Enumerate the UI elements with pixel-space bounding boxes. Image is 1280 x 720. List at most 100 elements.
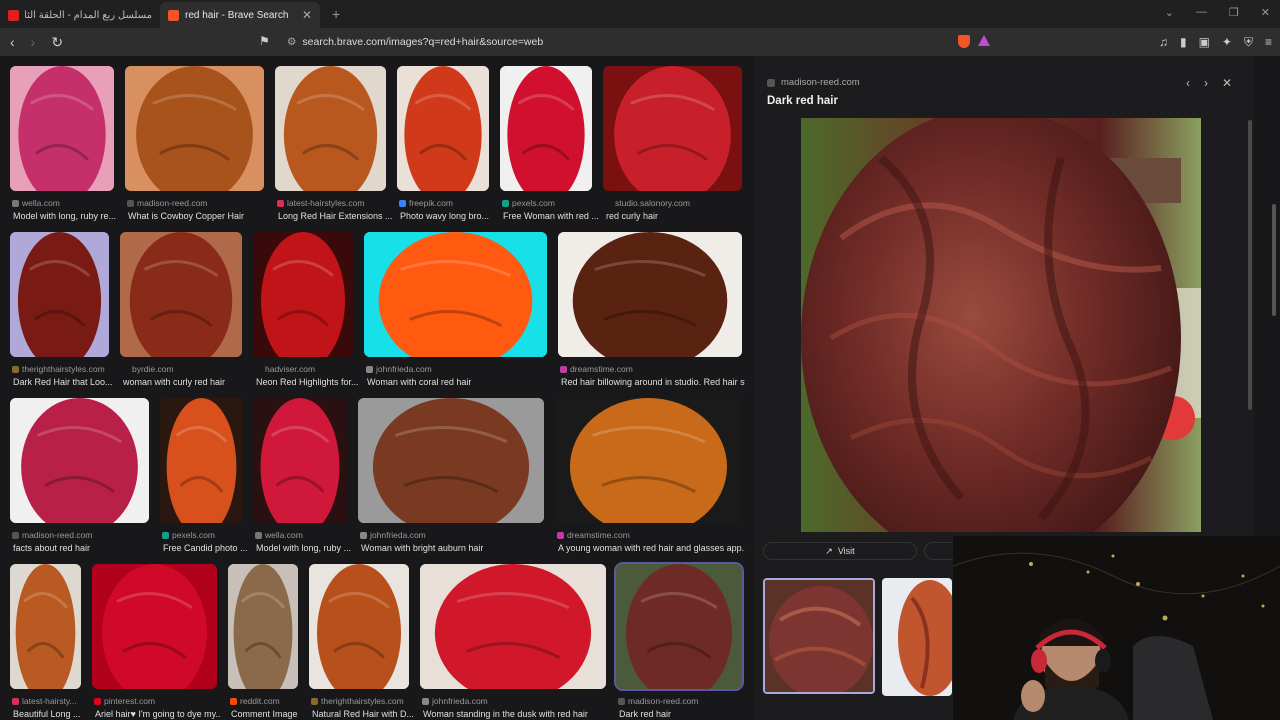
- tab-red-hair-search[interactable]: red hair - Brave Search ✕: [160, 2, 320, 28]
- result-caption[interactable]: What is Cowboy Copper Hair: [128, 211, 244, 221]
- result-thumbnail[interactable]: [309, 564, 409, 689]
- related-thumb-selected[interactable]: [763, 578, 875, 694]
- result-caption[interactable]: Long Red Hair Extensions ...: [278, 211, 393, 221]
- result-source[interactable]: johnfrieda.com: [422, 696, 488, 706]
- result-caption[interactable]: Comment Image: [231, 709, 298, 719]
- close-icon[interactable]: ✕: [1222, 76, 1232, 90]
- result-source[interactable]: madison-reed.com: [127, 198, 207, 208]
- maximize-button[interactable]: ❐: [1229, 6, 1239, 19]
- close-tab-icon[interactable]: ✕: [302, 8, 312, 22]
- scrollbar-thumb[interactable]: [1272, 204, 1276, 316]
- brave-rewards-icon[interactable]: [978, 35, 990, 46]
- result-caption[interactable]: Model with long, ruby re...: [13, 211, 116, 221]
- result-source[interactable]: studio.salonory.com: [605, 198, 690, 208]
- result-thumbnail[interactable]: [10, 564, 81, 689]
- preview-image[interactable]: [801, 118, 1201, 532]
- address-field[interactable]: ⚙ search.brave.com/images?q=red+hair&sour…: [287, 36, 543, 48]
- result-thumbnail[interactable]: [253, 232, 353, 357]
- result-thumbnail[interactable]: [10, 232, 109, 357]
- result-thumbnail[interactable]: [358, 398, 544, 523]
- result-caption[interactable]: Dark Red Hair that Loo...: [13, 377, 113, 387]
- result-source[interactable]: latest-hairstyles.com: [277, 198, 364, 208]
- tab-search-icon[interactable]: ⌄: [1165, 6, 1174, 19]
- result-thumbnail[interactable]: [364, 232, 547, 357]
- result-thumbnail[interactable]: [125, 66, 264, 191]
- reload-icon[interactable]: ↻: [51, 34, 63, 51]
- result-caption[interactable]: Free Woman with red ...: [503, 211, 599, 221]
- result-caption[interactable]: Ariel hair♥ I'm going to dye my...: [95, 709, 220, 719]
- result-source[interactable]: pinterest.com: [94, 696, 155, 706]
- result-source[interactable]: johnfrieda.com: [366, 364, 432, 374]
- result-source[interactable]: freepik.com: [399, 198, 453, 208]
- previous-icon[interactable]: ‹: [1186, 76, 1190, 90]
- wallet-icon[interactable]: ▣: [1199, 35, 1210, 50]
- result-caption[interactable]: Model with long, ruby ...: [256, 543, 351, 553]
- result-thumbnail[interactable]: [228, 564, 298, 689]
- related-thumb[interactable]: [882, 578, 952, 696]
- sidebar-icon[interactable]: ▮: [1180, 35, 1187, 50]
- result-source[interactable]: pexels.com: [162, 530, 215, 540]
- result-caption[interactable]: Dark red hair: [619, 709, 671, 719]
- result-source[interactable]: wella.com: [12, 198, 60, 208]
- result-source[interactable]: madison-reed.com: [618, 696, 698, 706]
- result-source[interactable]: therighthairstyles.com: [311, 696, 404, 706]
- result-source[interactable]: johnfrieda.com: [360, 530, 426, 540]
- result-caption[interactable]: Woman with bright auburn hair: [361, 543, 483, 553]
- result-thumbnail[interactable]: [10, 66, 114, 191]
- vpn-icon[interactable]: ⛨: [1244, 35, 1253, 50]
- leo-icon[interactable]: ✦: [1222, 35, 1232, 50]
- result-source[interactable]: wella.com: [255, 530, 303, 540]
- result-caption[interactable]: red curly hair: [606, 211, 658, 221]
- bookmark-icon[interactable]: ⚑: [259, 34, 270, 48]
- result-source[interactable]: hadviser.com: [255, 364, 315, 374]
- result-thumbnail[interactable]: [275, 66, 386, 191]
- result-caption[interactable]: Red hair billowing around in studio. Red…: [561, 377, 745, 387]
- result-caption[interactable]: Natural Red Hair with D...: [312, 709, 414, 719]
- result-caption[interactable]: Beautiful Long ...: [13, 709, 81, 719]
- result-caption[interactable]: Neon Red Highlights for...: [256, 377, 359, 387]
- result-thumbnail[interactable]: [603, 66, 742, 191]
- result-thumbnail[interactable]: [160, 398, 243, 523]
- music-icon[interactable]: ♫: [1159, 35, 1168, 50]
- forward-icon[interactable]: ›: [31, 34, 36, 51]
- result-source[interactable]: latest-hairsty...: [12, 696, 77, 706]
- result-thumbnail[interactable]: [558, 232, 742, 357]
- result-source[interactable]: madison-reed.com: [12, 530, 92, 540]
- result-thumbnail[interactable]: [92, 564, 217, 689]
- result-thumbnail[interactable]: [253, 398, 347, 523]
- result-thumbnail[interactable]: [500, 66, 592, 191]
- result-caption[interactable]: A young woman with red hair and glasses …: [558, 543, 745, 553]
- result-caption[interactable]: Free Candid photo ...: [163, 543, 248, 553]
- result-caption[interactable]: Woman standing in the dusk with red hair: [423, 709, 588, 719]
- new-tab-button[interactable]: +: [332, 6, 340, 22]
- result-thumbnail[interactable]: [420, 564, 606, 689]
- close-window-button[interactable]: ✕: [1261, 6, 1270, 19]
- result-source-text: johnfrieda.com: [370, 530, 426, 540]
- minimize-button[interactable]: —: [1196, 6, 1207, 19]
- result-source[interactable]: therighthairstyles.com: [12, 364, 105, 374]
- visit-button[interactable]: ↗ Visit: [763, 542, 917, 560]
- preview-source[interactable]: madison-reed.com: [767, 77, 860, 88]
- result-caption[interactable]: woman with curly red hair: [123, 377, 225, 387]
- result-source[interactable]: dreamstime.com: [560, 364, 633, 374]
- result-thumbnail[interactable]: [555, 398, 742, 523]
- site-favicon-icon: [311, 697, 318, 705]
- result-caption[interactable]: facts about red hair: [13, 543, 90, 553]
- tab-youtube[interactable]: مسلسل ربع المدام - الحلقة الثانية | الرئ: [0, 2, 160, 28]
- result-source[interactable]: byrdie.com: [122, 364, 174, 374]
- back-icon[interactable]: ‹: [10, 34, 15, 51]
- result-caption[interactable]: Photo wavy long bro...: [400, 211, 489, 221]
- result-thumbnail[interactable]: [10, 398, 149, 523]
- result-thumbnail[interactable]: [120, 232, 242, 357]
- result-source-text: johnfrieda.com: [376, 364, 432, 374]
- result-thumbnail[interactable]: [614, 562, 744, 691]
- result-source[interactable]: dreamstime.com: [557, 530, 630, 540]
- panel-scrollbar[interactable]: [1248, 120, 1252, 410]
- result-source[interactable]: pexels.com: [502, 198, 555, 208]
- next-icon[interactable]: ›: [1204, 76, 1208, 90]
- result-source[interactable]: reddit.com: [230, 696, 280, 706]
- result-caption[interactable]: Woman with coral red hair: [367, 377, 471, 387]
- brave-shield-icon[interactable]: [958, 35, 970, 48]
- menu-icon[interactable]: ≡: [1265, 35, 1272, 50]
- result-thumbnail[interactable]: [397, 66, 489, 191]
